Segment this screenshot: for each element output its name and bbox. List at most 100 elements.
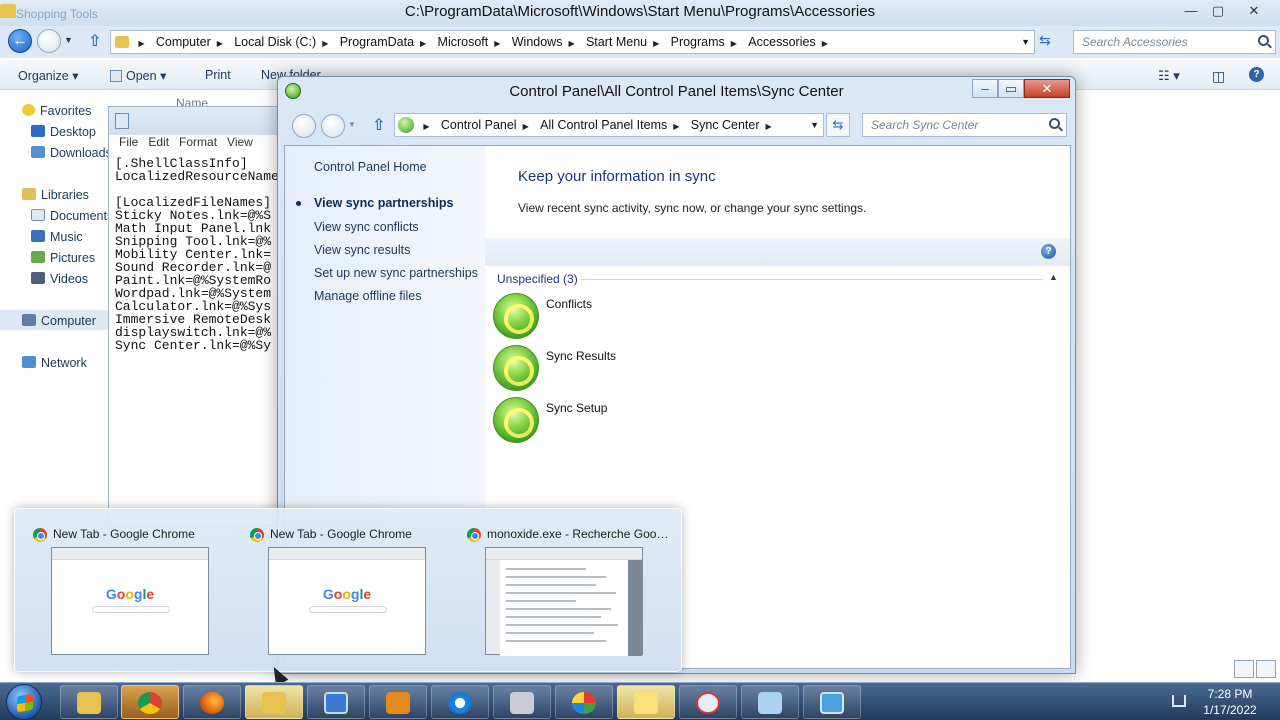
up-arrow-icon[interactable]: ⇧ <box>88 31 101 51</box>
back-button[interactable] <box>292 114 316 138</box>
menu-format[interactable]: Format <box>179 135 217 149</box>
folder-icon <box>262 692 286 714</box>
up-arrow-icon[interactable]: ⇧ <box>372 115 385 135</box>
sync-icon <box>493 293 539 339</box>
sync-item-sync-results[interactable]: Sync Results <box>493 345 793 393</box>
forward-button[interactable] <box>37 29 61 53</box>
folder-icon <box>115 36 129 48</box>
maximize-button[interactable]: ▢ <box>1205 1 1231 20</box>
taskbar-notepad[interactable] <box>741 685 799 719</box>
taskbar-fax-scan[interactable] <box>493 685 551 719</box>
view-options-icon[interactable]: ☷ ▾ <box>1158 68 1180 84</box>
open-button[interactable]: Open ▾ <box>110 68 166 83</box>
taskbar-sticky-notes[interactable] <box>617 685 675 719</box>
collapse-chevron-icon[interactable]: ▲ <box>1049 272 1058 282</box>
desktop-icon <box>31 125 45 137</box>
nav-music[interactable]: Music <box>31 230 83 244</box>
taskbar-internet-explorer[interactable] <box>431 685 489 719</box>
manage-offline-files-link[interactable]: Manage offline files <box>314 289 421 303</box>
chrome-thumbnail[interactable]: New Tab - Google Chrome Google <box>29 509 239 673</box>
breadcrumb-item[interactable]: Windows <box>508 31 565 53</box>
taskbar-chrome[interactable] <box>121 685 179 719</box>
recent-pages-chevron-icon[interactable]: ▼ <box>348 120 356 129</box>
details-view-button[interactable] <box>1234 660 1254 678</box>
address-dropdown-chevron-icon[interactable]: ▼ <box>1021 37 1030 47</box>
forward-button[interactable] <box>321 114 345 138</box>
nav-libraries[interactable]: Libraries <box>22 188 89 202</box>
taskbar-clock[interactable]: 7:28 PM 1/17/2022 <box>1190 686 1270 718</box>
view-sync-conflicts-link[interactable]: View sync conflicts <box>314 220 419 234</box>
breadcrumb-item[interactable]: Microsoft <box>434 31 491 53</box>
nav-computer[interactable]: Computer <box>0 310 108 330</box>
file-explorer-icon <box>77 692 101 714</box>
taskbar-firefox[interactable] <box>183 685 241 719</box>
maximize-button[interactable]: ▭ <box>998 79 1024 98</box>
search-icon[interactable] <box>1258 35 1269 46</box>
network-tray-icon[interactable] <box>1172 695 1186 707</box>
help-icon[interactable]: ? <box>1041 244 1056 259</box>
nav-desktop[interactable]: Desktop <box>31 125 96 139</box>
taskbar-media-player[interactable] <box>369 685 427 719</box>
preview-pane-icon[interactable]: ◫ <box>1212 68 1225 85</box>
windows-logo-icon <box>17 693 33 713</box>
refresh-icon[interactable]: ⇆ <box>826 113 850 137</box>
taskbar-remote-desktop[interactable] <box>307 685 365 719</box>
organize-button[interactable]: Organize ▾ <box>18 68 78 83</box>
sync-window-title: Control Panel\All Control Panel Items\Sy… <box>509 83 844 100</box>
menu-file[interactable]: File <box>119 135 138 149</box>
taskbar-sync-center[interactable] <box>803 685 861 719</box>
videos-icon <box>31 272 45 284</box>
back-button[interactable]: ← <box>8 29 32 53</box>
print-button[interactable]: Print <box>205 68 231 82</box>
sync-item-conflicts[interactable]: Conflicts <box>493 293 793 341</box>
set-up-sync-partnerships-link[interactable]: Set up new sync partnerships <box>314 266 478 280</box>
sync-item-sync-setup[interactable]: Sync Setup <box>493 397 793 445</box>
taskbar-file-explorer[interactable] <box>60 685 118 719</box>
taskbar-paint[interactable] <box>555 685 613 719</box>
breadcrumb-item[interactable]: Start Menu <box>582 31 649 53</box>
address-dropdown-chevron-icon[interactable]: ▼ <box>810 120 819 130</box>
notepad-text-area[interactable]: [.ShellClassInfo] LocalizedResourceName [L… <box>115 157 279 352</box>
breadcrumb-item[interactable]: Local Disk (C:) <box>230 31 318 53</box>
minimize-button[interactable]: – <box>972 79 998 98</box>
google-logo: Google <box>322 586 372 602</box>
breadcrumb-item[interactable]: ProgramData <box>336 31 416 53</box>
large-icons-view-button[interactable] <box>1256 660 1276 678</box>
taskbar-snipping-tool[interactable] <box>679 685 737 719</box>
close-button[interactable]: ✕ <box>1241 1 1267 20</box>
minimize-button[interactable]: — <box>1178 1 1204 20</box>
help-icon[interactable]: ? <box>1249 67 1264 82</box>
breadcrumb-item[interactable]: All Control Panel Items <box>536 114 669 136</box>
breadcrumb-item[interactable]: Sync Center <box>687 114 762 136</box>
nav-downloads[interactable]: Downloads <box>31 146 112 160</box>
documents-icon <box>31 209 45 221</box>
breadcrumb-item[interactable]: Computer <box>152 31 213 53</box>
nav-videos[interactable]: Videos <box>31 272 88 286</box>
breadcrumb-item[interactable]: Programs <box>667 31 727 53</box>
view-sync-results-link[interactable]: View sync results <box>314 243 410 257</box>
sync-search-input[interactable]: Search Sync Center <box>862 113 1067 137</box>
nav-network[interactable]: Network <box>22 356 87 370</box>
menu-edit[interactable]: Edit <box>148 135 169 149</box>
refresh-icon[interactable]: ⇆ <box>1039 32 1051 49</box>
start-button[interactable] <box>6 684 42 720</box>
breadcrumb-item[interactable]: Control Panel <box>437 114 519 136</box>
chrome-thumbnail[interactable]: New Tab - Google Chrome Google <box>246 509 456 673</box>
nav-pictures[interactable]: Pictures <box>31 251 95 265</box>
address-bar[interactable]: ▶ Computer ▶ Local Disk (C:) ▶ ProgramData… <box>110 30 1035 54</box>
control-panel-home-link[interactable]: Control Panel Home <box>314 160 427 174</box>
sync-address-bar[interactable]: ▶ Control Panel ▶ All Control Panel Items… <box>394 113 824 137</box>
menu-view[interactable]: View <box>227 135 253 149</box>
close-button[interactable]: ✕ <box>1024 79 1070 98</box>
group-header-unspecified[interactable]: Unspecified (3) <box>497 272 578 286</box>
nav-favorites[interactable]: Favorites <box>22 104 91 118</box>
taskbar-folder[interactable] <box>245 685 303 719</box>
view-sync-partnerships-link[interactable]: View sync partnerships <box>314 196 453 210</box>
recent-pages-chevron-icon[interactable]: ▼ <box>64 35 73 45</box>
nav-documents[interactable]: Documents <box>31 209 113 223</box>
breadcrumb-item[interactable]: Accessories <box>744 31 817 53</box>
search-icon[interactable] <box>1049 118 1060 129</box>
explorer-search-input[interactable]: Search Accessories <box>1073 30 1276 54</box>
chrome-thumbnail[interactable]: monoxide.exe - Recherche Google - Google… <box>463 509 673 673</box>
command-bar: ? <box>485 238 1070 266</box>
